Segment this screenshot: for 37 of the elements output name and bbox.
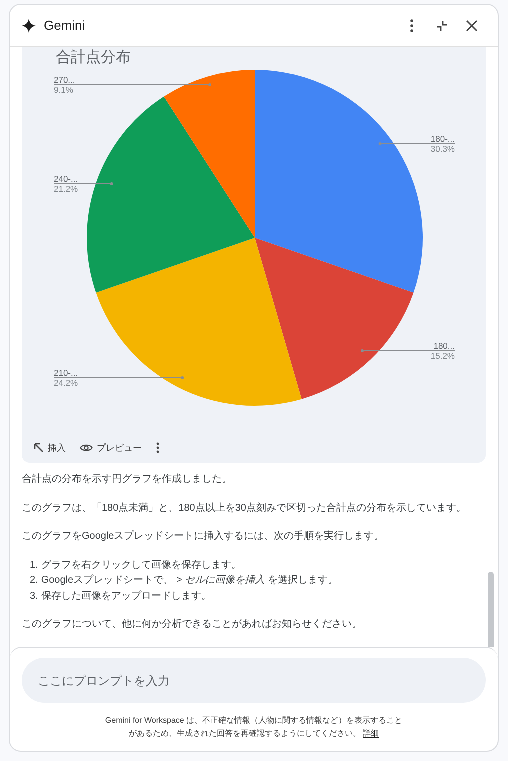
window-title: Gemini — [44, 16, 86, 35]
preview-button[interactable]: プレビュー — [80, 442, 142, 455]
response-paragraph: このグラフについて、他に何か分析できることがあればお知らせください。 — [22, 618, 363, 632]
slice-percent: 30.3% — [430, 144, 455, 154]
more-icon — [410, 18, 414, 32]
step-text: 保存した画像をアップロードします。 — [41, 590, 212, 604]
step-number: 3. — [30, 590, 38, 604]
step-number: 2. — [30, 574, 38, 588]
scrollbar-thumb[interactable] — [488, 572, 494, 647]
insert-button[interactable]: 挿入 — [34, 442, 66, 455]
slice-percent: 24.2% — [54, 378, 78, 388]
more-button[interactable] — [156, 442, 160, 454]
leader-line — [54, 182, 114, 186]
response-paragraph: 合計点の分布を示す円グラフを作成しました。 — [22, 473, 233, 487]
response-paragraph: このグラフをGoogleスプレッドシートに挿入するには、次の手順を実行します。 — [22, 530, 386, 544]
details-link[interactable]: 詳細 — [363, 728, 380, 738]
sparkle-icon — [22, 18, 36, 32]
slice-percent: 15.2% — [430, 351, 455, 361]
collapse-icon — [436, 20, 448, 32]
slice-percent: 21.2% — [54, 184, 78, 194]
arrow-icon — [34, 443, 44, 454]
step-text: グラフを右クリックして画像を保存します。 — [41, 558, 242, 572]
prompt-field[interactable]: ここにプロンプトを入力 — [22, 658, 486, 703]
slice-label: 180-... — [430, 134, 455, 144]
step-number: 1. — [30, 558, 38, 572]
slice-label: 270... — [54, 75, 76, 85]
slice-label: 180... — [434, 341, 455, 351]
close-icon — [466, 20, 478, 32]
disclaimer-text: Gemini for Workspace は、不正確な情報（人物に関する情報など）を表示することがあるため、生成された回答を再確認するようにしてください。 詳細 — [104, 715, 404, 740]
step-text: Googleスプレッドシートで、 > セルに画像を挿入 を選択します。 — [41, 574, 338, 588]
chart-title: 合計点分布 — [56, 48, 131, 68]
response-paragraph: このグラフは、「180点未満」と、180点以上を30点刻みで区切った合計点の分布を示しています。 — [22, 502, 468, 516]
more-icon — [156, 442, 160, 454]
slice-label: 240-... — [54, 174, 78, 184]
slice-percent: 9.1% — [54, 85, 74, 95]
eye-icon — [80, 443, 93, 454]
slice-label: 210-... — [54, 368, 78, 378]
